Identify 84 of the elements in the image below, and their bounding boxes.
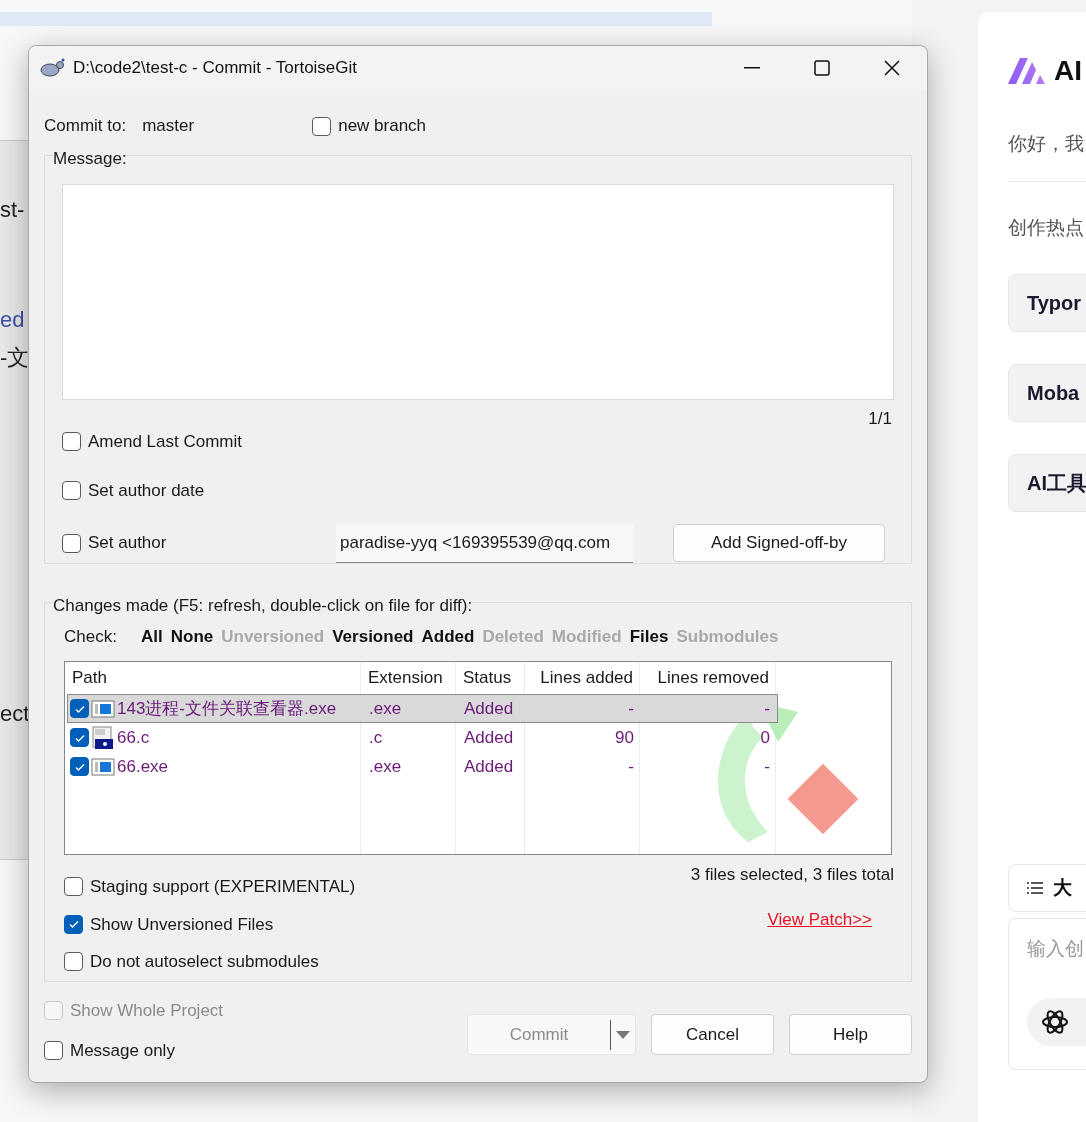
file-path: 66.exe	[117, 755, 169, 778]
filter-link[interactable]: None	[170, 624, 214, 650]
background-text: ed	[0, 306, 25, 334]
table-cell-text: .c	[368, 726, 384, 749]
topic-card[interactable]: Moba	[1008, 364, 1086, 422]
topic-card[interactable]: AI工具	[1008, 454, 1086, 512]
signed-off-button[interactable]: Add Signed-off-by	[673, 524, 885, 562]
greeting-text: 你好，我	[1008, 132, 1085, 156]
view-patch-link[interactable]: View Patch>>	[767, 906, 872, 932]
checkbox[interactable]	[62, 480, 81, 500]
background-text: ect	[0, 700, 30, 728]
dialog-button[interactable]: Cancel	[651, 1014, 774, 1055]
table-cell-text: 0	[759, 726, 771, 749]
author-field[interactable]: paradise-yyq <169395539@qq.com	[336, 523, 633, 563]
checkbox[interactable]	[44, 1040, 63, 1060]
input-placeholder: 输入创	[1027, 937, 1085, 961]
checkbox-label: Show Unversioned Files	[90, 913, 274, 936]
filter-link[interactable]: Versioned	[332, 624, 414, 650]
table-cell-text: -	[763, 697, 771, 720]
commit-to-label: Commit to:	[44, 115, 127, 138]
section-title: 创作热点	[1008, 215, 1085, 240]
outline-label[interactable]: 大	[1053, 873, 1072, 903]
table-cell-text: -	[627, 697, 635, 720]
file-path: 66.c	[117, 726, 150, 749]
minimize-icon	[744, 67, 760, 69]
window-file-icon	[91, 698, 115, 719]
checkbox-label: Staging support (EXPERIMENTAL)	[90, 876, 356, 898]
table-cell-text: 90	[614, 726, 635, 749]
checkbox-label: Set author	[88, 532, 167, 555]
checkbox-label: Do not autoselect submodules	[90, 951, 319, 973]
caret-icon	[616, 1030, 630, 1039]
c-file-icon	[91, 725, 115, 750]
checkbox-label: Show Whole Project	[70, 1000, 224, 1022]
file-summary: 3 files selected, 3 files total	[690, 864, 894, 886]
checkbox[interactable]	[70, 699, 89, 718]
table-cell-text: Added	[463, 755, 515, 778]
table-cell-text: Added	[463, 697, 515, 720]
checkbox[interactable]	[64, 914, 83, 934]
file-row[interactable]: 66.c .c Added 90 0	[67, 723, 778, 752]
atom-icon	[1041, 1007, 1069, 1036]
window-title: D:\code2\test-c - Commit - TortoiseGit	[73, 57, 358, 80]
table-cell-text: -	[627, 755, 635, 778]
checkbox[interactable]	[70, 728, 89, 747]
maximize-icon	[814, 60, 830, 76]
topic-card[interactable]: Typor	[1008, 274, 1086, 332]
table-cell-text: .exe	[368, 697, 403, 720]
checkbox-label: Amend Last Commit	[88, 431, 242, 453]
checkbox[interactable]	[62, 432, 81, 452]
table-cell-text: .exe	[368, 755, 403, 778]
checkbox[interactable]	[62, 533, 81, 553]
filter-link[interactable]: Files	[629, 624, 669, 650]
column-header[interactable]: Status	[456, 665, 525, 691]
panel-title: AI	[1054, 54, 1082, 88]
filter-link[interactable]: Added	[421, 624, 475, 650]
message-field[interactable]	[62, 184, 894, 400]
line-counter: 1/1	[868, 407, 892, 430]
checkbox[interactable]	[312, 116, 332, 136]
file-row[interactable]: 66.exe .exe Added - -	[67, 752, 778, 781]
file-path: 143进程-文件关联查看器.exe	[117, 697, 337, 720]
checkbox[interactable]	[64, 952, 83, 972]
list-icon	[1027, 881, 1043, 895]
checkbox[interactable]	[64, 877, 83, 897]
turtle-icon	[39, 58, 65, 78]
table-cell-text: Added	[463, 726, 515, 749]
table-cell-text: -	[763, 755, 771, 778]
logo-icon	[1008, 58, 1046, 84]
check-label: Check:	[64, 626, 118, 649]
background-text: -文	[0, 344, 30, 372]
checkbox-label: Set author date	[88, 479, 205, 502]
check-icon	[67, 918, 80, 931]
close-icon	[884, 60, 900, 76]
column-header[interactable]: Extension	[361, 665, 456, 691]
checkbox-label: Message only	[70, 1039, 175, 1062]
branch-name: master	[142, 115, 196, 138]
column-header[interactable]: Lines added	[525, 665, 640, 691]
checkbox[interactable]	[70, 757, 89, 776]
filter-link[interactable]: All	[141, 624, 163, 650]
file-row[interactable]: 143进程-文件关联查看器.exe .exe Added - -	[67, 694, 778, 723]
dialog-button[interactable]: Help	[789, 1014, 912, 1055]
column-header[interactable]: Path	[65, 665, 361, 691]
checkbox-label: new branch	[338, 115, 427, 138]
column-header[interactable]: Lines removed	[640, 665, 776, 691]
background-text: st-	[0, 196, 25, 224]
window-file-icon	[91, 756, 115, 777]
